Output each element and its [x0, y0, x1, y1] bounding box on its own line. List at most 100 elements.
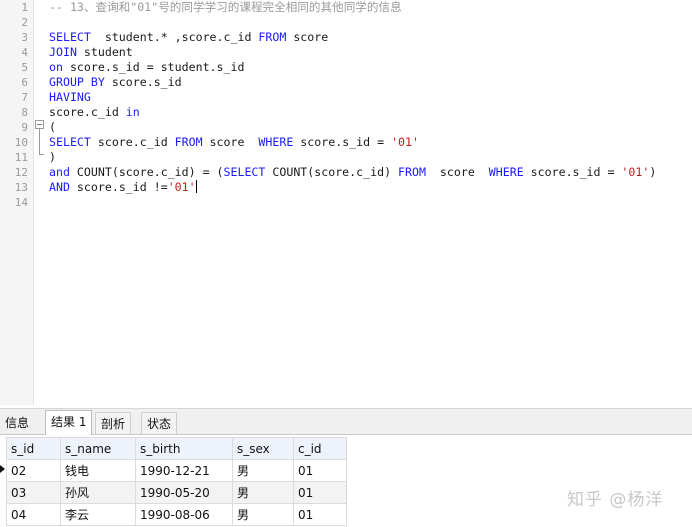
tab-info[interactable]: 信息 [0, 412, 34, 434]
line-number: 13 [14, 181, 28, 194]
tab-result-1[interactable]: 结果 1 [45, 410, 93, 435]
sql-text: COUNT(score.c_id) = ( [69, 165, 224, 179]
cell-s_name[interactable]: 李云 [60, 503, 136, 526]
sql-text: score [286, 30, 329, 44]
sql-comment: -- 13、查询和"01"号的同学学习的课程完全相同的其他同学的信息 [49, 0, 402, 14]
table-row[interactable]: 03 孙风 1990-05-20 男 01 [6, 481, 347, 504]
sql-text: ) [649, 165, 657, 179]
cell-c_id[interactable]: 01 [293, 503, 347, 526]
line-number: 4 [21, 46, 28, 59]
code-line[interactable]: JOIN student [49, 45, 133, 60]
cell-s_id[interactable]: 03 [6, 481, 61, 504]
line-number: 9 [21, 121, 28, 134]
column-header-s_id[interactable]: s_id [6, 437, 61, 460]
sql-text: score.s_id = student.s_id [62, 60, 245, 74]
sql-keyword: SELECT [49, 135, 91, 149]
line-number: 5 [21, 61, 28, 74]
sql-keyword: WHERE [488, 165, 524, 179]
code-line[interactable]: SELECT student.* ,score.c_id FROM score [49, 30, 328, 45]
tab-status[interactable]: 状态 [141, 412, 178, 434]
sql-text: score [425, 165, 489, 179]
sql-text: student.* ,score.c_id [90, 30, 259, 44]
tab-profile[interactable]: 剖析 [95, 412, 132, 434]
sql-keyword: WHERE [258, 135, 294, 149]
column-header-c_id[interactable]: c_id [293, 437, 347, 460]
sql-text: student [76, 45, 133, 59]
line-number: 10 [14, 136, 28, 149]
line-number: 6 [21, 76, 28, 89]
code-line[interactable]: GROUP BY score.s_id [49, 75, 182, 90]
cell-s_id[interactable]: 04 [6, 503, 61, 526]
result-tab-bar: 信息 结果 1 剖析 状态 [0, 408, 692, 435]
text-cursor [195, 180, 197, 193]
code-line[interactable]: and COUNT(score.c_id) = (SELECT COUNT(sc… [49, 165, 656, 180]
code-line[interactable]: score.c_id in [49, 105, 140, 120]
cell-c_id[interactable]: 01 [293, 459, 347, 482]
sql-string: '01' [391, 135, 419, 149]
sql-keyword: SELECT [223, 165, 266, 179]
sql-text: score.c_id [49, 105, 126, 119]
code-line[interactable]: -- 13、查询和"01"号的同学学习的课程完全相同的其他同学的信息 [49, 0, 402, 15]
cell-s_id[interactable]: 02 [6, 459, 61, 482]
line-number: 7 [21, 91, 28, 104]
sql-text: ) [49, 150, 56, 164]
sql-keyword: GROUP BY [49, 75, 105, 89]
result-table: s_id s_name s_birth s_sex c_id 02 钱电 199… [6, 437, 347, 526]
sql-keyword: JOIN [49, 45, 77, 59]
sql-text: score.s_id [104, 75, 182, 89]
cell-s_birth[interactable]: 1990-05-20 [135, 481, 233, 504]
sql-keyword: FROM [258, 30, 287, 44]
sql-text: ( [49, 120, 56, 134]
line-number-gutter: 1 2 3 4 5 6 7 8 9 10 11 12 13 14 [0, 0, 34, 405]
cell-s_birth[interactable]: 1990-12-21 [135, 459, 233, 482]
sql-string: '01' [621, 165, 650, 179]
cell-s_sex[interactable]: 男 [232, 459, 294, 482]
sql-text: score.s_id = [293, 135, 392, 149]
sql-keyword: in [125, 105, 140, 119]
sql-text: score.s_id = [523, 165, 622, 179]
sql-editor[interactable]: 1 2 3 4 5 6 7 8 9 10 11 12 13 14 -- 13、查询和"01"号的同学学习的… [0, 0, 692, 405]
line-number: 1 [21, 1, 28, 14]
line-number: 2 [21, 16, 28, 29]
column-header-s_birth[interactable]: s_birth [135, 437, 233, 460]
sql-string: '01' [167, 180, 196, 194]
sql-text: score.s_id != [69, 180, 168, 194]
line-number: 11 [14, 151, 28, 164]
sql-keyword: HAVING [49, 90, 91, 104]
code-line[interactable]: SELECT score.c_id FROM score WHERE score… [49, 135, 419, 150]
sql-keyword: FROM [398, 165, 426, 179]
result-grid: s_id s_name s_birth s_sex c_id 02 钱电 199… [0, 437, 692, 527]
line-number: 8 [21, 106, 28, 119]
watermark: 知乎 @杨洋 [567, 490, 664, 510]
sql-text: score.c_id [90, 135, 175, 149]
sql-text: COUNT(score.c_id) [265, 165, 399, 179]
cell-c_id[interactable]: 01 [293, 481, 347, 504]
line-number: 12 [14, 166, 28, 179]
code-line[interactable]: on score.s_id = student.s_id [49, 60, 244, 75]
fold-guide-line [39, 129, 40, 154]
fold-toggle-icon[interactable] [35, 120, 44, 129]
column-header-s_sex[interactable]: s_sex [232, 437, 294, 460]
table-row[interactable]: 02 钱电 1990-12-21 男 01 [6, 459, 347, 482]
sql-keyword: FROM [174, 135, 203, 149]
sql-text: score [202, 135, 259, 149]
cell-s_sex[interactable]: 男 [232, 503, 294, 526]
current-row-indicator-icon [0, 465, 5, 473]
cell-s_sex[interactable]: 男 [232, 481, 294, 504]
column-header-s_name[interactable]: s_name [60, 437, 136, 460]
code-line[interactable]: AND score.s_id !='01' [49, 180, 197, 195]
cell-s_birth[interactable]: 1990-08-06 [135, 503, 233, 526]
sql-keyword: AND [49, 180, 70, 194]
code-line[interactable]: HAVING [49, 90, 91, 105]
sql-keyword: SELECT [49, 30, 91, 44]
line-number: 3 [21, 31, 28, 44]
table-row[interactable]: 04 李云 1990-08-06 男 01 [6, 503, 347, 526]
header-row: s_id s_name s_birth s_sex c_id [6, 437, 347, 460]
sql-keyword: on [49, 60, 63, 74]
cell-s_name[interactable]: 钱电 [60, 459, 136, 482]
code-line[interactable]: ) [49, 150, 56, 165]
line-number: 14 [14, 196, 28, 209]
code-line[interactable]: ( [49, 120, 56, 135]
cell-s_name[interactable]: 孙风 [60, 481, 136, 504]
fold-end-marker [39, 154, 44, 155]
